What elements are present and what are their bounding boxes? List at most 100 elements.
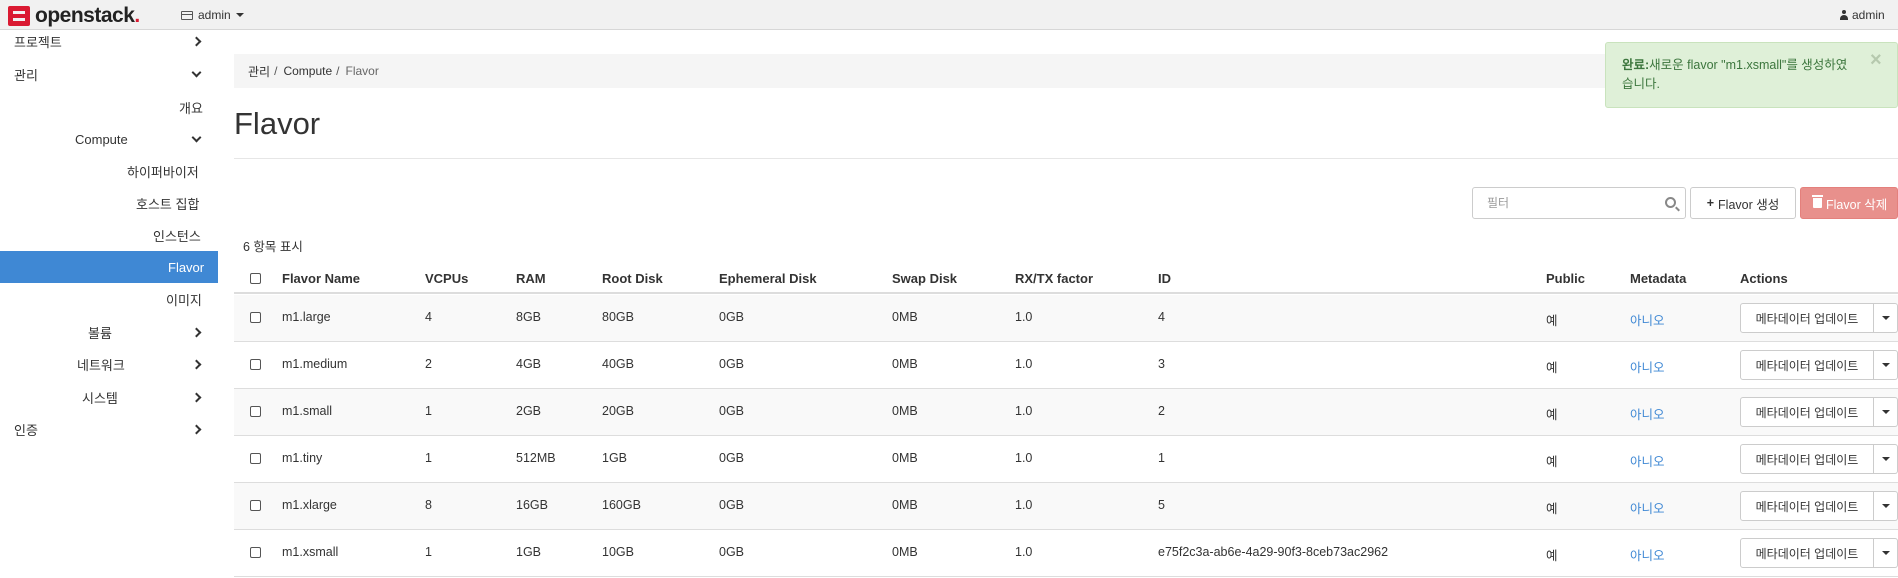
sidebar-item-프로젝트[interactable]: 프로젝트 [0,25,218,57]
chevron-down-icon [1881,363,1890,367]
sidebar: 프로젝트관리 개요 Compute 하이퍼바이저호스트 집합인스턴스 Flavor 이미지… [0,30,218,578]
item-count: 6 항목 표시 [243,240,303,254]
row-actions-dropdown-toggle[interactable] [1874,491,1898,521]
cell-metadata-link[interactable]: 아니오 [1630,310,1665,329]
create-flavor-button[interactable]: + Flavor 생성 [1690,187,1796,219]
table-row: m1.small 1 2GB 20GB 0GB 0MB 1.0 2 예 아니오 메타데이터 업데이트 [234,389,1898,436]
user-icon [1840,10,1848,20]
chevron-down-icon [235,13,244,17]
sidebar-item-시스템[interactable]: 시스템 [0,381,218,413]
row-actions-dropdown-toggle[interactable] [1874,538,1898,568]
cell-swap-disk: 0MB [892,357,918,371]
column-header-swap-disk[interactable]: Swap Disk [892,271,957,286]
chevron-right-icon [191,392,202,402]
cell-ephemeral-disk: 0GB [719,357,745,371]
column-header-metadata[interactable]: Metadata [1630,271,1686,286]
row-select-checkbox[interactable] [250,500,261,511]
title-divider [234,158,1898,159]
table-row: m1.tiny 1 512MB 1GB 0GB 0MB 1.0 1 예 아니오 메타데이터 업데이트 [234,436,1898,483]
cell-rxtx-factor: 1.0 [1015,357,1033,371]
row-actions-dropdown-toggle[interactable] [1874,303,1898,333]
sidebar-item-인스턴스[interactable]: 인스턴스 [0,219,218,251]
column-header-public[interactable]: Public [1546,271,1585,286]
table-row: m1.large 4 8GB 80GB 0GB 0MB 1.0 4 예 아니오 메타데이터 업데이트 [234,295,1898,342]
sidebar-item-네트워크[interactable]: 네트워크 [0,348,218,380]
cell-id: 5 [1158,498,1165,512]
update-metadata-button[interactable]: 메타데이터 업데이트 [1740,350,1874,380]
table-row: m1.xsmall 1 1GB 10GB 0GB 0MB 1.0 e75f2c3a-ab6e-… [234,530,1898,577]
filter-input[interactable] [1473,188,1653,218]
cell-public: 예 [1546,408,1558,422]
cell-vcpus: 1 [425,545,432,559]
column-header-root-disk[interactable]: Root Disk [602,271,663,286]
cell-ram: 4GB [516,357,542,371]
sidebar-item-label: Flavor [168,259,205,275]
update-metadata-button[interactable]: 메타데이터 업데이트 [1740,538,1874,568]
row-select-checkbox[interactable] [250,406,261,417]
sidebar-item-개요[interactable]: 개요 [0,91,218,123]
chevron-right-icon [191,424,202,434]
cell-swap-disk: 0MB [892,545,918,559]
user-label: admin [1852,8,1885,22]
update-metadata-button[interactable]: 메타데이터 업데이트 [1740,397,1874,427]
chevron-right-icon [191,36,202,46]
cell-ram: 2GB [516,404,542,418]
column-header-ram[interactable]: RAM [516,271,546,286]
chevron-right-icon [191,327,202,337]
row-select-checkbox[interactable] [250,312,261,323]
cell-flavor-name: m1.large [282,310,331,324]
sidebar-item-label: 네트워크 [77,357,125,373]
select-all-checkbox[interactable] [250,273,261,284]
close-icon[interactable]: × [1870,50,1882,70]
sidebar-item-이미지[interactable]: 이미지 [0,283,218,315]
row-actions: 메타데이터 업데이트 [1740,350,1898,380]
search-icon[interactable] [1665,197,1676,208]
cell-flavor-name: m1.tiny [282,451,323,465]
column-header-id[interactable]: ID [1158,271,1171,286]
sidebar-item-호스트-집합[interactable]: 호스트 집합 [0,187,218,219]
sidebar-item-label: Compute [75,131,128,147]
update-metadata-button[interactable]: 메타데이터 업데이트 [1740,303,1874,333]
row-select-checkbox[interactable] [250,359,261,370]
cell-ephemeral-disk: 0GB [719,310,745,324]
row-actions-dropdown-toggle[interactable] [1874,397,1898,427]
breadcrumb-item-admin[interactable]: 관리 [248,63,270,80]
cell-metadata-link[interactable]: 아니오 [1630,404,1665,423]
column-header-flavor-name[interactable]: Flavor Name [282,271,360,286]
table-row: m1.xlarge 8 16GB 160GB 0GB 0MB 1.0 5 예 아니오 메타데이터 업… [234,483,1898,530]
sidebar-item-label: 프로젝트 [14,34,62,50]
sidebar-item-flavor[interactable]: Flavor [0,251,218,283]
row-select-checkbox[interactable] [250,453,261,464]
cell-metadata-link[interactable]: 아니오 [1630,451,1665,470]
update-metadata-button[interactable]: 메타데이터 업데이트 [1740,444,1874,474]
cell-ram: 512MB [516,451,556,465]
user-menu[interactable]: admin [1840,8,1885,22]
row-actions-dropdown-toggle[interactable] [1874,444,1898,474]
row-actions-dropdown-toggle[interactable] [1874,350,1898,380]
sidebar-item-관리[interactable]: 관리 [0,58,218,90]
delete-flavor-button[interactable]: Flavor 삭제 [1800,187,1898,219]
breadcrumb-item-compute[interactable]: Compute [283,64,332,78]
update-metadata-button[interactable]: 메타데이터 업데이트 [1740,491,1874,521]
cell-public: 예 [1546,314,1558,328]
column-header-ephemeral-disk[interactable]: Ephemeral Disk [719,271,817,286]
cell-metadata-link[interactable]: 아니오 [1630,545,1665,564]
row-select-checkbox[interactable] [250,547,261,558]
trash-icon [1812,195,1823,208]
sidebar-item-label: 호스트 집합 [136,196,200,212]
cell-public: 예 [1546,455,1558,469]
sidebar-item-인증[interactable]: 인증 [0,413,218,445]
cell-metadata-link[interactable]: 아니오 [1630,498,1665,517]
cell-vcpus: 2 [425,357,432,371]
row-actions: 메타데이터 업데이트 [1740,397,1898,427]
breadcrumb-item-flavor: Flavor [345,64,379,78]
column-header-rxtx-factor[interactable]: RX/TX factor [1015,271,1093,286]
column-header-vcpus[interactable]: VCPUs [425,271,468,286]
chevron-down-icon [1881,410,1890,414]
cell-ram: 16GB [516,498,548,512]
cell-metadata-link[interactable]: 아니오 [1630,357,1665,376]
project-selector[interactable]: admin [181,8,244,22]
sidebar-item-하이퍼바이저[interactable]: 하이퍼바이저 [0,155,218,187]
sidebar-item-compute[interactable]: Compute [0,123,218,155]
sidebar-item-볼륨[interactable]: 볼륨 [0,316,218,348]
